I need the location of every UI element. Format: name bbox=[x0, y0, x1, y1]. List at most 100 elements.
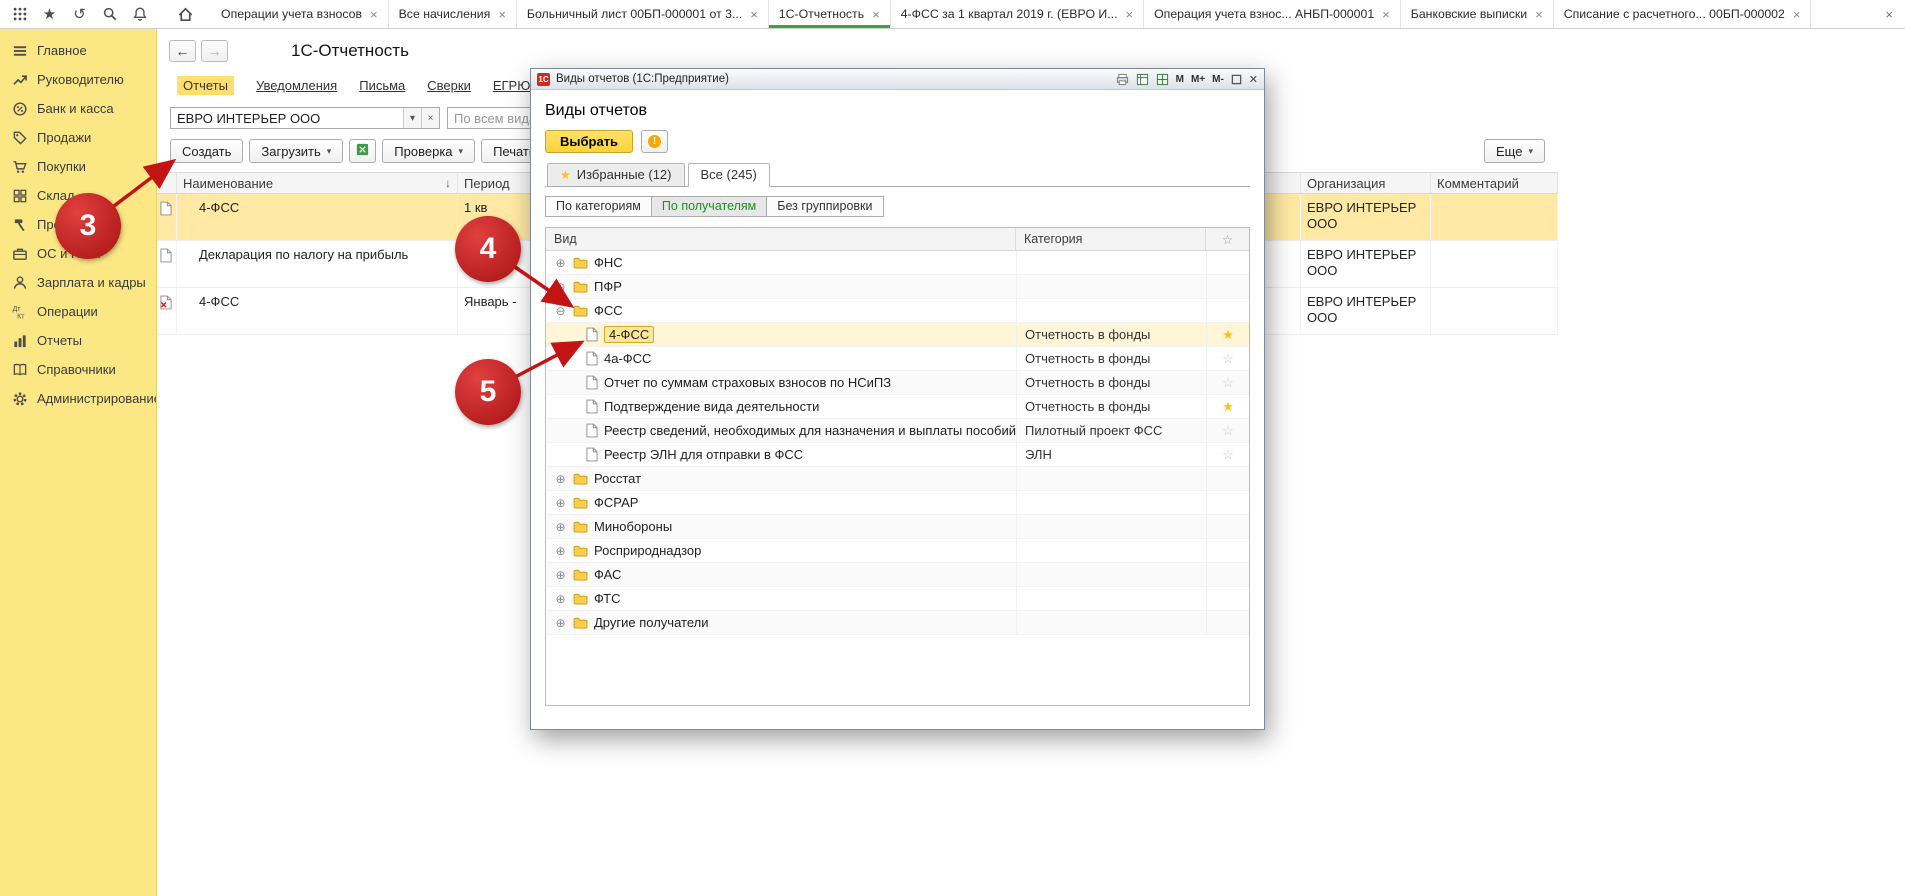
report-kind-row[interactable]: Реестр ЭЛН для отправки в ФСС ЭЛН ☆ bbox=[546, 443, 1249, 467]
notifications-bell-icon[interactable] bbox=[130, 5, 149, 24]
history-icon[interactable]: ↺ bbox=[70, 5, 89, 24]
expander-icon[interactable]: ⊕ bbox=[554, 496, 567, 510]
expander-icon[interactable]: ⊕ bbox=[554, 256, 567, 270]
column-favorite-star-icon[interactable]: ☆ bbox=[1206, 228, 1249, 250]
report-kind-row[interactable]: Подтверждение вида деятельности Отчетнос… bbox=[546, 395, 1249, 419]
column-kind[interactable]: Вид bbox=[546, 228, 1016, 250]
sidebar-item-main[interactable]: Главное bbox=[0, 36, 156, 65]
favorite-star-icon[interactable]: ★ bbox=[1206, 395, 1249, 418]
report-folder-row[interactable]: ⊕ ПФР bbox=[546, 275, 1249, 299]
dialog-titlebar[interactable]: 1С Виды отчетов (1С:Предприятие) М М+ М-… bbox=[531, 69, 1264, 90]
back-button[interactable]: ← bbox=[169, 40, 196, 62]
check-button[interactable]: Проверка▾ bbox=[382, 139, 475, 163]
column-organization[interactable]: Организация bbox=[1301, 173, 1431, 193]
expander-icon[interactable]: ⊕ bbox=[554, 520, 567, 534]
no-grouping-button[interactable]: Без группировки bbox=[766, 196, 883, 217]
favorite-star-icon[interactable]: ☆ bbox=[1206, 443, 1249, 466]
chevron-down-icon[interactable]: ▾ bbox=[403, 108, 421, 128]
expander-icon[interactable]: ⊕ bbox=[554, 280, 567, 294]
maximize-icon[interactable] bbox=[1231, 74, 1242, 85]
home-icon[interactable] bbox=[176, 5, 195, 24]
group-by-recipient-button[interactable]: По получателям bbox=[651, 196, 767, 217]
sidebar-item-administration[interactable]: Администрирование bbox=[0, 384, 156, 413]
close-tab-icon[interactable]: × bbox=[1793, 8, 1801, 21]
report-folder-row[interactable]: ⊖ ФСС bbox=[546, 299, 1249, 323]
close-tab-icon[interactable]: × bbox=[498, 8, 506, 21]
select-button[interactable]: Выбрать bbox=[545, 130, 633, 153]
close-icon[interactable]: × bbox=[1873, 0, 1905, 28]
section-tab-письма[interactable]: Письма bbox=[359, 78, 405, 93]
sidebar-item-references[interactable]: Справочники bbox=[0, 355, 156, 384]
report-kind-row[interactable]: Реестр сведений, необходимых для назначе… bbox=[546, 419, 1249, 443]
app-tab[interactable]: 1С-Отчетность × bbox=[769, 0, 891, 28]
clear-filter-icon[interactable]: × bbox=[421, 108, 439, 128]
expander-icon[interactable]: ⊕ bbox=[554, 472, 567, 486]
column-name[interactable]: Наименование↓ bbox=[177, 173, 458, 193]
favorite-star-icon[interactable] bbox=[1206, 251, 1249, 274]
favorite-star-icon[interactable] bbox=[1206, 563, 1249, 586]
section-tab-уведомления[interactable]: Уведомления bbox=[256, 78, 337, 93]
search-icon[interactable] bbox=[100, 5, 119, 24]
sidebar-item-assets[interactable]: ОС и НМА bbox=[0, 239, 156, 268]
memory-button[interactable]: М bbox=[1176, 74, 1184, 85]
report-folder-row[interactable]: ⊕ ФАС bbox=[546, 563, 1249, 587]
tab-favorites[interactable]: ★Избранные (12) bbox=[547, 163, 685, 186]
report-kind-row[interactable]: Отчет по суммам страховых взносов по НСи… bbox=[546, 371, 1249, 395]
report-kind-row[interactable]: 4-ФСС Отчетность в фонды ★ bbox=[546, 323, 1249, 347]
sidebar-item-manager[interactable]: Руководителю bbox=[0, 65, 156, 94]
favorite-star-icon[interactable] bbox=[1206, 491, 1249, 514]
section-tab-сверки[interactable]: Сверки bbox=[427, 78, 471, 93]
sidebar-item-production[interactable]: Производство bbox=[0, 210, 156, 239]
close-tab-icon[interactable]: × bbox=[1382, 8, 1390, 21]
forward-button[interactable]: → bbox=[201, 40, 228, 62]
column-category[interactable]: Категория bbox=[1016, 228, 1206, 250]
apps-menu-icon[interactable] bbox=[10, 5, 29, 24]
favorite-star-icon[interactable] bbox=[1206, 299, 1249, 322]
sidebar-item-warehouse[interactable]: Склад bbox=[0, 181, 156, 210]
favorite-star-icon[interactable]: ☆ bbox=[1206, 371, 1249, 394]
memory-minus-button[interactable]: М- bbox=[1212, 74, 1224, 85]
report-folder-row[interactable]: ⊕ Росстат bbox=[546, 467, 1249, 491]
expander-icon[interactable]: ⊕ bbox=[554, 592, 567, 606]
more-button[interactable]: Еще▾ bbox=[1484, 139, 1545, 163]
expander-icon[interactable]: ⊖ bbox=[554, 304, 567, 318]
app-tab[interactable]: Все начисления × bbox=[389, 0, 517, 28]
sidebar-item-bank[interactable]: Банк и касса bbox=[0, 94, 156, 123]
create-button[interactable]: Создать bbox=[170, 139, 243, 163]
expander-icon[interactable]: ⊕ bbox=[554, 616, 567, 630]
favorite-star-icon[interactable]: ☆ bbox=[1206, 419, 1249, 442]
spreadsheet-icon[interactable] bbox=[1136, 73, 1149, 86]
column-comment[interactable]: Комментарий bbox=[1431, 173, 1558, 193]
print-icon[interactable] bbox=[1116, 73, 1129, 86]
report-folder-row[interactable]: ⊕ Другие получатели bbox=[546, 611, 1249, 635]
spreadsheet2-icon[interactable] bbox=[1156, 73, 1169, 86]
app-tab[interactable]: Операция учета взнос... АНБП-000001 × bbox=[1144, 0, 1401, 28]
report-folder-row[interactable]: ⊕ Росприроднадзор bbox=[546, 539, 1249, 563]
expander-icon[interactable]: ⊕ bbox=[554, 568, 567, 582]
close-tab-icon[interactable]: × bbox=[1535, 8, 1543, 21]
favorite-star-icon[interactable] bbox=[1206, 515, 1249, 538]
close-icon[interactable]: ✕ bbox=[1249, 73, 1258, 86]
report-folder-row[interactable]: ⊕ ФНС bbox=[546, 251, 1249, 275]
spreadsheet-button[interactable] bbox=[349, 139, 376, 163]
favorite-star-icon[interactable] bbox=[1206, 539, 1249, 562]
favorite-star-icon[interactable]: ★ bbox=[1206, 323, 1249, 346]
close-tab-icon[interactable]: × bbox=[370, 8, 378, 21]
sidebar-item-reports[interactable]: Отчеты bbox=[0, 326, 156, 355]
tab-all[interactable]: Все (245) bbox=[688, 163, 770, 187]
app-tab[interactable]: Списание с расчетного... 00БП-000002 × bbox=[1554, 0, 1812, 28]
app-tab[interactable]: Больничный лист 00БП-000001 от 3... × bbox=[517, 0, 769, 28]
app-tab[interactable]: Операции учета взносов × bbox=[211, 0, 389, 28]
expander-icon[interactable]: ⊕ bbox=[554, 544, 567, 558]
favorite-star-icon[interactable] bbox=[1206, 587, 1249, 610]
load-button[interactable]: Загрузить▾ bbox=[249, 139, 343, 163]
favorite-star-icon[interactable]: ☆ bbox=[1206, 347, 1249, 370]
report-kind-row[interactable]: 4а-ФСС Отчетность в фонды ☆ bbox=[546, 347, 1249, 371]
sidebar-item-operations[interactable]: ДтКт Операции bbox=[0, 297, 156, 326]
favorites-star-icon[interactable]: ★ bbox=[40, 5, 59, 24]
favorite-star-icon[interactable] bbox=[1206, 611, 1249, 634]
section-tab-отчеты[interactable]: Отчеты bbox=[177, 76, 234, 95]
sidebar-item-purchases[interactable]: Покупки bbox=[0, 152, 156, 181]
app-tab[interactable]: Банковские выписки × bbox=[1401, 0, 1554, 28]
memory-plus-button[interactable]: М+ bbox=[1191, 74, 1205, 85]
